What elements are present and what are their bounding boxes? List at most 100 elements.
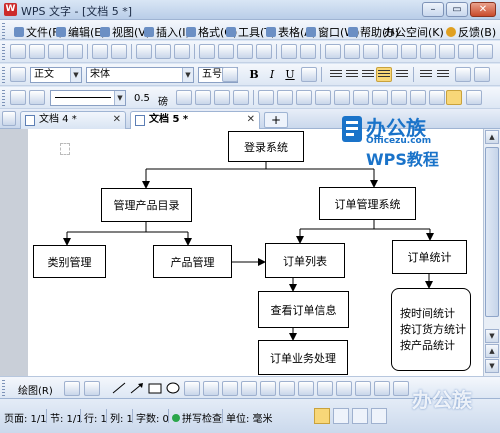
reading-view-icon[interactable] xyxy=(371,408,387,424)
node-view-order[interactable]: 查看订单信息 xyxy=(258,291,349,328)
grid-icon[interactable] xyxy=(466,90,482,105)
cut-icon[interactable] xyxy=(199,44,215,59)
tab-document-4[interactable]: 文档 4 * ✕ xyxy=(20,111,126,129)
fill-color-icon[interactable] xyxy=(214,90,230,105)
line-icon[interactable] xyxy=(112,382,126,394)
zoom-icon[interactable] xyxy=(458,44,474,59)
align-objects-icon[interactable] xyxy=(315,90,331,105)
toolbar-grip[interactable] xyxy=(2,380,5,396)
open-folder-icon[interactable] xyxy=(29,44,45,59)
node-product[interactable]: 产品管理 xyxy=(153,245,232,278)
fill-bucket-icon[interactable] xyxy=(260,381,276,396)
distributed-icon[interactable] xyxy=(396,70,408,79)
line-width-value[interactable]: 0.5 xyxy=(134,93,150,104)
chevron-down-icon[interactable]: ▼ xyxy=(70,68,81,82)
line-color-icon[interactable] xyxy=(233,90,249,105)
dash-icon[interactable] xyxy=(336,381,352,396)
format-painter-icon[interactable] xyxy=(256,44,272,59)
node-stats-options[interactable]: 按时间统计 按订货方统计 按产品统计 xyxy=(391,288,471,371)
menu-grip[interactable] xyxy=(2,23,5,39)
align-center-icon[interactable] xyxy=(346,70,358,79)
toolbar-grip[interactable] xyxy=(2,90,5,106)
decrease-indent-icon[interactable] xyxy=(455,67,471,82)
bullets-icon[interactable] xyxy=(437,70,449,79)
scroll-up-icon[interactable]: ▲ xyxy=(485,130,499,144)
arrow-style-icon[interactable] xyxy=(195,90,211,105)
node-order-mgmt[interactable]: 订单管理系统 xyxy=(319,187,416,220)
chevron-down-icon[interactable]: ▼ xyxy=(114,91,125,105)
send-backward-icon[interactable] xyxy=(410,90,426,105)
node-order-process[interactable]: 订单业务处理 xyxy=(258,340,348,375)
scroll-down-icon[interactable]: ▼ xyxy=(485,329,499,343)
hyperlink-icon[interactable] xyxy=(325,44,341,59)
chevron-down-icon[interactable]: ▼ xyxy=(182,68,193,82)
menu-feedback[interactable]: 反馈(B) xyxy=(446,24,496,40)
new-document-icon[interactable] xyxy=(10,44,26,59)
insert-table-icon[interactable] xyxy=(382,44,398,59)
font-color-icon[interactable] xyxy=(301,67,317,82)
select-objects-icon[interactable] xyxy=(64,381,80,396)
arrow-icon[interactable] xyxy=(130,382,144,394)
rotate-icon[interactable] xyxy=(353,90,369,105)
redo-icon[interactable] xyxy=(300,44,316,59)
menu-office-space[interactable]: 办公空间(K) xyxy=(384,24,444,40)
node-category[interactable]: 类别管理 xyxy=(33,245,106,278)
bold-button[interactable]: B xyxy=(246,67,262,82)
mail-icon[interactable] xyxy=(155,44,171,59)
shape-outline-icon[interactable] xyxy=(29,90,45,105)
align-left-icon[interactable] xyxy=(330,70,342,79)
page-view-icon[interactable] xyxy=(314,408,330,424)
font-color-a-icon[interactable] xyxy=(298,381,314,396)
dash-style-icon[interactable] xyxy=(176,90,192,105)
rectangle-icon[interactable] xyxy=(148,382,162,394)
undo-icon[interactable] xyxy=(281,44,297,59)
tab-document-5[interactable]: 文档 5 * ✕ xyxy=(130,111,260,129)
vertical-scrollbar[interactable]: ▲ ▼ ▲ ▼ xyxy=(483,129,500,376)
close-tab-icon[interactable]: ✕ xyxy=(247,112,255,128)
wordart-icon[interactable] xyxy=(222,381,238,396)
spell-check-icon[interactable] xyxy=(174,44,190,59)
font-select[interactable]: 宋体 ▼ xyxy=(86,67,194,83)
menu-insert[interactable]: 插入(I) xyxy=(144,24,190,40)
new-tab-button[interactable]: + xyxy=(264,112,288,128)
grow-font-icon[interactable] xyxy=(222,67,238,82)
print-preview-icon[interactable] xyxy=(111,44,127,59)
autoshapes-icon[interactable] xyxy=(84,381,100,396)
shadow-style-icon[interactable] xyxy=(374,381,390,396)
shape-fill-icon[interactable] xyxy=(10,90,26,105)
toolbar-grip[interactable] xyxy=(2,44,5,60)
maximize-button[interactable]: ▭ xyxy=(446,2,468,17)
numbering-icon[interactable] xyxy=(420,70,432,79)
menu-view[interactable]: 视图(V) xyxy=(100,24,150,40)
underline-button[interactable]: U xyxy=(282,67,298,82)
web-view-icon[interactable] xyxy=(352,408,368,424)
node-login[interactable]: 登录系统 xyxy=(228,131,304,162)
text-box-icon[interactable] xyxy=(429,90,445,105)
textbox-icon[interactable] xyxy=(184,381,200,396)
paste-icon[interactable] xyxy=(237,44,253,59)
align-right-icon[interactable] xyxy=(362,70,374,79)
style-select[interactable]: 正文 ▼ xyxy=(30,67,82,83)
minimize-button[interactable]: – xyxy=(422,2,444,17)
ellipse-icon[interactable] xyxy=(166,382,180,394)
columns-icon[interactable] xyxy=(401,44,417,59)
table-icon[interactable] xyxy=(363,44,379,59)
group-icon[interactable] xyxy=(334,90,350,105)
outline-view-icon[interactable] xyxy=(333,408,349,424)
bring-forward-icon[interactable] xyxy=(391,90,407,105)
drawing-icon[interactable] xyxy=(420,44,436,59)
3d-style-icon[interactable] xyxy=(277,90,293,105)
spell-check-status[interactable]: 拼写检查 xyxy=(172,410,222,425)
picture-icon[interactable] xyxy=(241,381,257,396)
styles-pane-icon[interactable] xyxy=(10,67,26,82)
node-order-list[interactable]: 订单列表 xyxy=(265,243,345,278)
document-map-icon[interactable] xyxy=(439,44,455,59)
node-catalog[interactable]: 管理产品目录 xyxy=(101,188,192,222)
node-order-stats[interactable]: 订单统计 xyxy=(392,240,467,274)
help-icon[interactable] xyxy=(477,44,493,59)
selected-layout-icon[interactable] xyxy=(446,90,462,105)
italic-button[interactable]: I xyxy=(264,67,280,82)
copy-icon[interactable] xyxy=(218,44,234,59)
line-style-icon[interactable] xyxy=(317,381,333,396)
formula-icon[interactable] xyxy=(344,44,360,59)
